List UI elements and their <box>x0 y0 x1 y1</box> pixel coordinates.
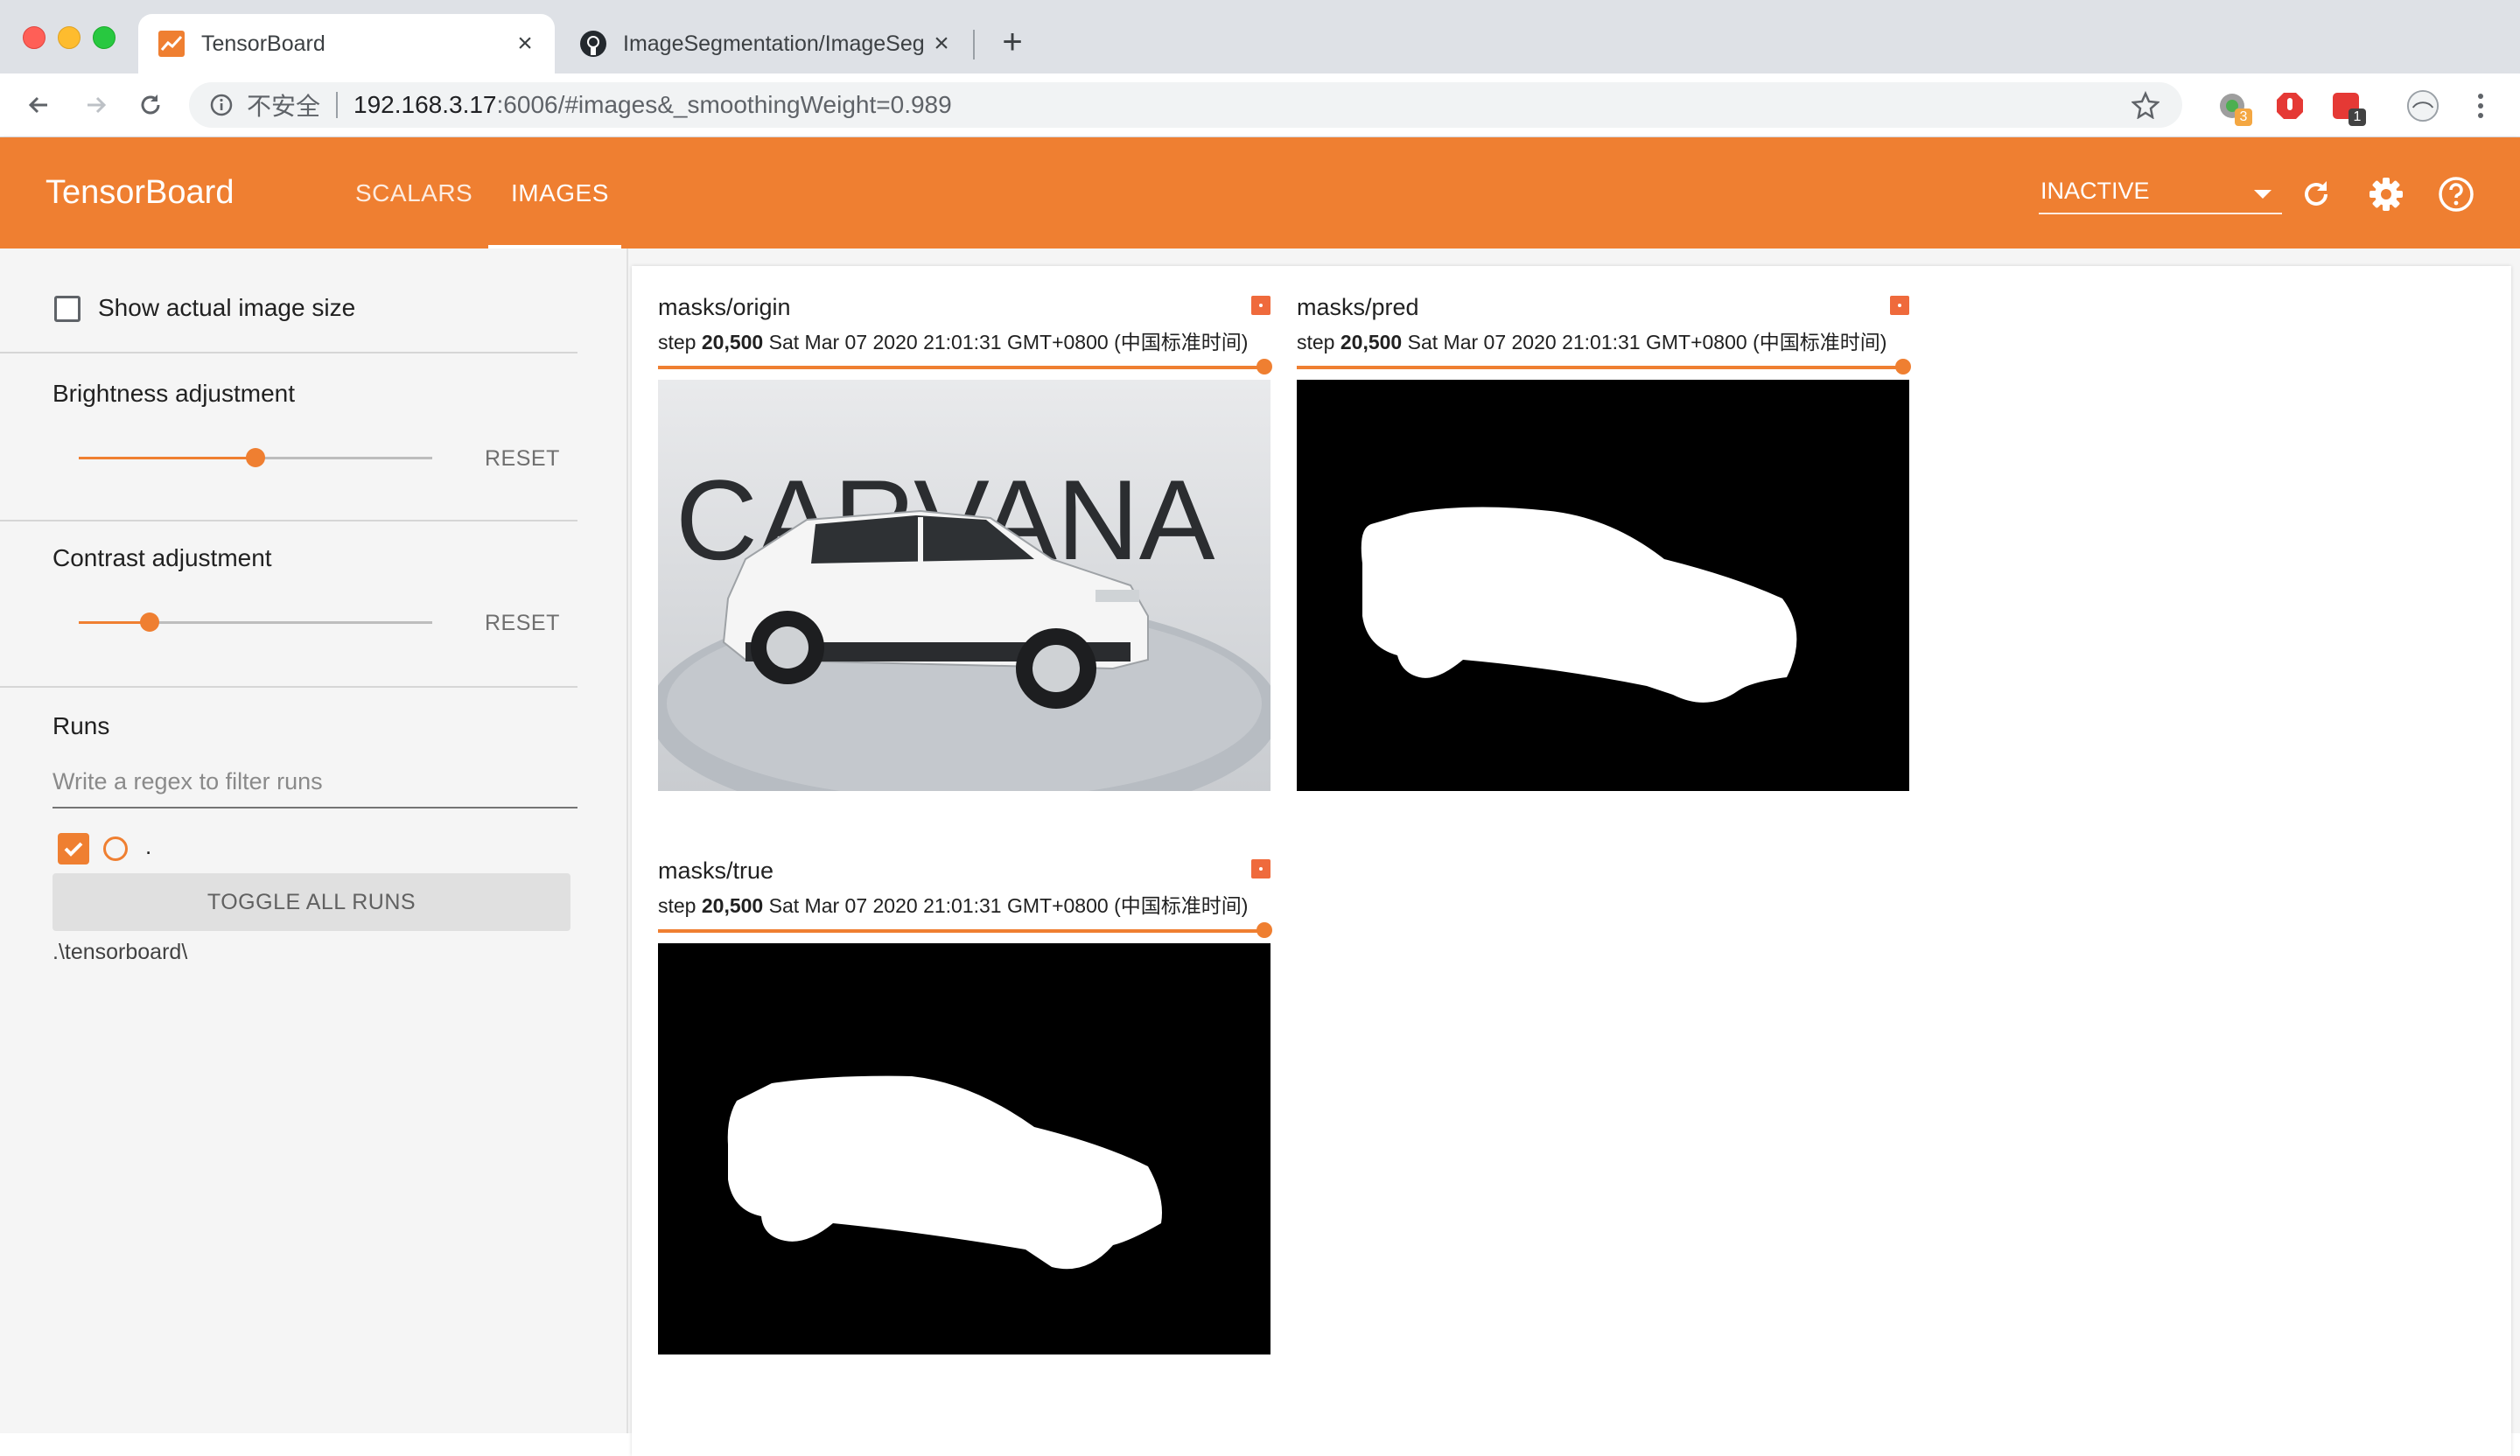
show-actual-size-label: Show actual image size <box>98 294 356 321</box>
sidebar: Show actual image size Brightness adjust… <box>0 248 628 1433</box>
info-icon[interactable] <box>208 92 234 118</box>
new-tab-button[interactable]: + <box>994 24 1031 61</box>
image-meta: step 20,500 Sat Mar 07 2020 21:01:31 GMT… <box>1297 326 1886 355</box>
tensorboard-brand: TensorBoard <box>46 174 234 211</box>
tab-title: TensorBoard <box>201 31 326 56</box>
back-icon[interactable] <box>19 86 58 124</box>
tensorboard-favicon-icon <box>158 30 186 58</box>
run-status-label: INACTIVE <box>2040 178 2150 204</box>
show-actual-size-checkbox[interactable] <box>54 296 80 322</box>
timestamp: Sat Mar 07 2020 21:01:31 GMT+0800 (中国标准时… <box>768 331 1249 354</box>
refresh-icon[interactable] <box>2296 174 2336 214</box>
profile-avatar-icon[interactable] <box>2406 89 2440 122</box>
url-host: 192.168.3.17 <box>354 91 497 118</box>
timestamp: Sat Mar 07 2020 21:01:31 GMT+0800 (中国标准时… <box>768 894 1249 917</box>
image-meta: step 20,500 Sat Mar 07 2020 21:01:31 GMT… <box>658 889 1248 919</box>
reload-icon[interactable] <box>131 86 170 124</box>
maximize-window-button[interactable] <box>93 26 116 49</box>
image-tag: masks/origin <box>658 294 791 320</box>
gear-icon[interactable] <box>2366 174 2406 214</box>
main-content: masks/origin step 20,500 Sat Mar 07 2020… <box>628 248 2520 1456</box>
extension-badge-1-icon[interactable]: 1 <box>2329 89 2366 126</box>
contrast-slider-fill <box>79 621 150 624</box>
step-slider-handle[interactable] <box>1895 359 1911 374</box>
image-size-section: Show actual image size <box>0 248 578 354</box>
image-tag: masks/true <box>658 858 774 884</box>
adblock-icon[interactable] <box>2273 89 2306 122</box>
step-label: step <box>658 331 696 354</box>
run-status-dropdown[interactable]: INACTIVE <box>2039 176 2282 214</box>
image-card-origin: masks/origin step 20,500 Sat Mar 07 2020… <box>658 294 1272 794</box>
tab-divider <box>973 30 975 60</box>
timestamp: Sat Mar 07 2020 21:01:31 GMT+0800 (中国标准时… <box>1407 331 1887 354</box>
help-icon[interactable] <box>2436 174 2476 214</box>
brightness-label: Brightness adjustment <box>52 380 296 407</box>
step-slider-track[interactable] <box>658 929 1262 933</box>
tab-images[interactable]: IMAGES <box>511 179 609 207</box>
step-slider-track[interactable] <box>1297 366 1900 369</box>
images-pane: masks/origin step 20,500 Sat Mar 07 2020… <box>632 266 2511 1456</box>
step-slider-handle[interactable] <box>1256 922 1272 938</box>
address-bar[interactable]: 不安全 192.168.3.17 :6006/#images&_smoothin… <box>189 82 2182 128</box>
contrast-section: Contrast adjustment RESET <box>0 522 578 688</box>
car-photo-image: CARVANA <box>658 380 1270 791</box>
brightness-reset-button[interactable]: RESET <box>485 446 560 472</box>
omnibox-divider <box>336 92 339 118</box>
url-path: :6006/#images&_smoothingWeight=0.989 <box>496 91 952 118</box>
logdir-path: .\tensorboard\ <box>52 940 188 964</box>
chevron-down-icon <box>2254 190 2272 199</box>
browser-tab-strip: TensorBoard × ImageSegmentation/ImageSeg… <box>0 0 2520 74</box>
step-slider-track[interactable] <box>658 366 1262 369</box>
browser-tab-tensorboard[interactable]: TensorBoard × <box>138 14 555 74</box>
browser-tab-github[interactable]: ImageSegmentation/ImageSegm × <box>560 14 971 74</box>
contrast-label: Contrast adjustment <box>52 544 272 571</box>
close-window-button[interactable] <box>23 26 46 49</box>
github-icon <box>579 30 607 58</box>
step-value: 20,500 <box>1340 331 1403 354</box>
ground-truth-mask-image <box>658 943 1270 1354</box>
toggle-all-runs-button[interactable]: TOGGLE ALL RUNS <box>52 873 570 931</box>
contrast-slider-handle[interactable] <box>139 612 159 632</box>
run-color-indicator <box>1251 296 1270 315</box>
image-card-true: masks/true step 20,500 Sat Mar 07 2020 2… <box>658 858 1272 1358</box>
image-tag: masks/pred <box>1297 294 1419 320</box>
contrast-reset-button[interactable]: RESET <box>485 611 560 636</box>
browser-menu-icon[interactable] <box>2464 89 2497 122</box>
tensorboard-header: TensorBoard SCALARS IMAGES INACTIVE <box>0 137 2520 248</box>
run-checkbox[interactable] <box>58 833 89 864</box>
tab-scalars[interactable]: SCALARS <box>355 179 472 207</box>
security-label: 不安全 <box>247 93 321 120</box>
extension-badge: 1 <box>2348 108 2366 126</box>
image-card-pred: masks/pred step 20,500 Sat Mar 07 2020 2… <box>1297 294 1911 794</box>
run-color-indicator <box>1251 859 1270 878</box>
step-value: 20,500 <box>701 331 764 354</box>
run-color-indicator <box>1890 296 1909 315</box>
bookmark-star-icon[interactable] <box>2131 90 2160 120</box>
step-label: step <box>1297 331 1335 354</box>
runs-filter-input[interactable]: Write a regex to filter runs <box>52 765 578 808</box>
close-tab-icon[interactable]: × <box>509 28 541 60</box>
minimize-window-button[interactable] <box>58 26 80 49</box>
run-name: . <box>145 833 152 859</box>
brightness-slider-handle[interactable] <box>246 448 265 467</box>
run-color-radio[interactable] <box>103 836 128 861</box>
forward-icon[interactable] <box>77 86 116 124</box>
close-tab-icon[interactable]: × <box>926 28 957 60</box>
brightness-slider-fill <box>79 457 256 459</box>
extension-badge-3-icon[interactable]: 3 <box>2216 89 2252 126</box>
step-value: 20,500 <box>701 894 764 917</box>
step-slider-handle[interactable] <box>1256 359 1272 374</box>
predicted-mask-image <box>1297 380 1909 791</box>
tab-title: ImageSegmentation/ImageSegm <box>623 31 926 56</box>
image-meta: step 20,500 Sat Mar 07 2020 21:01:31 GMT… <box>658 326 1248 355</box>
step-label: step <box>658 894 696 917</box>
extension-badge: 3 <box>2235 108 2252 126</box>
browser-toolbar: 不安全 192.168.3.17 :6006/#images&_smoothin… <box>0 74 2520 137</box>
brightness-section: Brightness adjustment RESET <box>0 354 578 522</box>
runs-title: Runs <box>52 712 110 739</box>
